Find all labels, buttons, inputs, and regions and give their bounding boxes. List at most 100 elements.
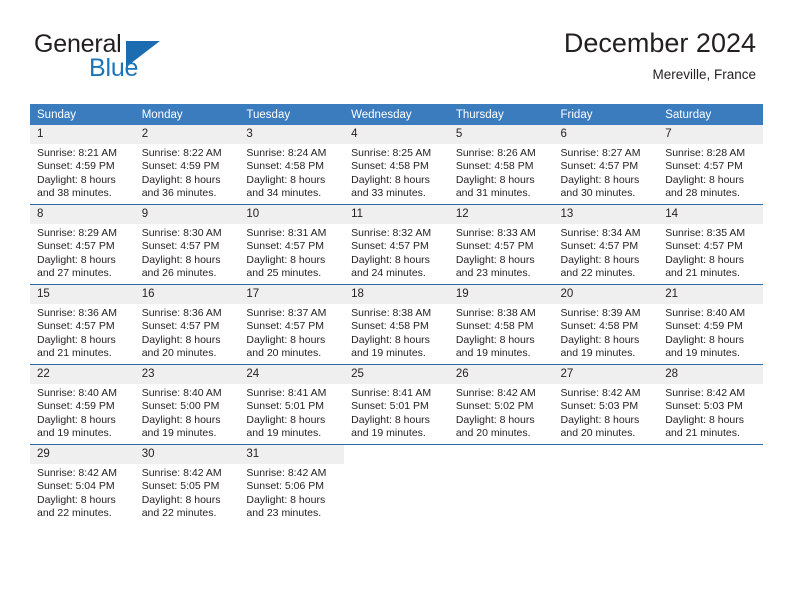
day-cell[interactable]: 16 Sunrise: 8:36 AM Sunset: 4:57 PM Dayligh…: [134, 285, 240, 364]
calendar-grid: Sunday Monday Tuesday Wednesday Thursday…: [30, 104, 763, 524]
day-details: Sunrise: 8:42 AM Sunset: 5:06 PM Daylight:…: [239, 464, 344, 521]
weekday-header-thursday: Thursday: [448, 104, 554, 125]
sunset-text: Sunset: 4:59 PM: [141, 160, 220, 173]
day-cell[interactable]: 28 Sunrise: 8:42 AM Sunset: 5:03 PM Dayligh…: [658, 365, 763, 444]
day-number: [344, 445, 449, 464]
day-cell[interactable]: 21 Sunrise: 8:40 AM Sunset: 4:59 PM Dayligh…: [658, 285, 763, 364]
day-cell[interactable]: 20 Sunrise: 8:39 AM Sunset: 4:58 PM Dayligh…: [553, 285, 659, 364]
day-cell[interactable]: 19 Sunrise: 8:38 AM Sunset: 4:58 PM Dayligh…: [448, 285, 554, 364]
daylight-text-line2: and 20 minutes.: [560, 427, 636, 440]
day-cell[interactable]: 23 Sunrise: 8:40 AM Sunset: 5:00 PM Dayligh…: [134, 365, 240, 444]
sunrise-text: Sunrise: 8:29 AM: [37, 227, 117, 239]
daylight-text-line2: and 33 minutes.: [351, 187, 426, 200]
day-number: 12: [448, 205, 554, 224]
day-cell[interactable]: 6 Sunrise: 8:27 AM Sunset: 4:57 PM Daylight…: [553, 125, 659, 204]
sunset-text: Sunset: 4:59 PM: [37, 160, 115, 173]
daylight-text-line1: Daylight: 8 hours: [455, 413, 535, 426]
calendar-day-cell: 21 Sunrise: 8:40 AM Sunset: 4:59 PM Dayligh…: [658, 284, 763, 365]
daylight-text-line2: and 21 minutes.: [665, 427, 740, 440]
calendar-day-cell: 5 Sunrise: 8:26 AM Sunset: 4:58 PM Daylight…: [448, 125, 554, 205]
weekday-header-row: Sunday Monday Tuesday Wednesday Thursday…: [30, 104, 763, 125]
weekday-header-friday: Friday: [553, 104, 659, 125]
daylight-text-line1: Daylight: 8 hours: [665, 253, 745, 266]
day-cell[interactable]: 10 Sunrise: 8:31 AM Sunset: 4:57 PM Dayligh…: [239, 205, 345, 284]
sunrise-text: Sunrise: 8:24 AM: [246, 147, 327, 159]
day-details: Sunrise: 8:40 AM Sunset: 4:59 PM Daylight:…: [30, 384, 135, 441]
day-cell[interactable]: 7 Sunrise: 8:28 AM Sunset: 4:57 PM Daylight…: [658, 125, 763, 204]
day-cell[interactable]: 18 Sunrise: 8:38 AM Sunset: 4:58 PM Dayligh…: [344, 285, 449, 364]
day-cell[interactable]: 25 Sunrise: 8:41 AM Sunset: 5:01 PM Dayligh…: [344, 365, 449, 444]
calendar-day-cell: 17 Sunrise: 8:37 AM Sunset: 4:57 PM Dayligh…: [239, 284, 345, 365]
sunrise-text: Sunrise: 8:42 AM: [141, 467, 222, 479]
calendar-day-cell: 15 Sunrise: 8:36 AM Sunset: 4:57 PM Dayligh…: [30, 284, 135, 365]
sunset-text: Sunset: 5:03 PM: [560, 400, 639, 413]
daylight-text-line1: Daylight: 8 hours: [351, 173, 430, 186]
day-cell[interactable]: 30 Sunrise: 8:42 AM Sunset: 5:05 PM Dayligh…: [134, 445, 240, 524]
sunrise-text: Sunrise: 8:36 AM: [37, 307, 117, 319]
day-cell[interactable]: 29 Sunrise: 8:42 AM Sunset: 5:04 PM Dayligh…: [30, 445, 135, 524]
weekday-header-wednesday: Wednesday: [344, 104, 449, 125]
day-cell[interactable]: 5 Sunrise: 8:26 AM Sunset: 4:58 PM Daylight…: [448, 125, 554, 204]
day-number: 24: [239, 365, 345, 384]
day-cell[interactable]: 3 Sunrise: 8:24 AM Sunset: 4:58 PM Daylight…: [239, 125, 345, 204]
day-cell[interactable]: 22 Sunrise: 8:40 AM Sunset: 4:59 PM Dayligh…: [30, 365, 135, 444]
day-cell[interactable]: 17 Sunrise: 8:37 AM Sunset: 4:57 PM Dayligh…: [239, 285, 345, 364]
day-number: 2: [134, 125, 240, 144]
daylight-text-line2: and 25 minutes.: [246, 267, 322, 280]
day-number: [449, 445, 554, 464]
day-cell-empty: [448, 445, 554, 524]
day-details: Sunrise: 8:41 AM Sunset: 5:01 PM Daylight:…: [344, 384, 449, 441]
day-details: Sunrise: 8:41 AM Sunset: 5:01 PM Daylight:…: [239, 384, 344, 441]
sunrise-text: Sunrise: 8:31 AM: [246, 227, 327, 239]
daylight-text-line2: and 26 minutes.: [141, 267, 217, 280]
daylight-text-line2: and 36 minutes.: [141, 187, 217, 200]
sunrise-text: Sunrise: 8:28 AM: [665, 147, 746, 159]
sunset-text: Sunset: 4:57 PM: [665, 160, 743, 173]
calendar-day-cell: 8 Sunrise: 8:29 AM Sunset: 4:57 PM Daylight…: [30, 204, 135, 285]
calendar-day-cell: 6 Sunrise: 8:27 AM Sunset: 4:57 PM Daylight…: [553, 125, 659, 205]
sunrise-text: Sunrise: 8:21 AM: [37, 147, 117, 159]
sunset-text: Sunset: 4:59 PM: [665, 320, 743, 333]
day-cell[interactable]: 27 Sunrise: 8:42 AM Sunset: 5:03 PM Dayligh…: [553, 365, 659, 444]
day-details: Sunrise: 8:33 AM Sunset: 4:57 PM Daylight:…: [449, 224, 554, 281]
sunrise-text: Sunrise: 8:42 AM: [560, 387, 641, 399]
day-cell[interactable]: 11 Sunrise: 8:32 AM Sunset: 4:57 PM Dayligh…: [344, 205, 449, 284]
day-cell[interactable]: 4 Sunrise: 8:25 AM Sunset: 4:58 PM Daylight…: [344, 125, 449, 204]
day-cell[interactable]: 14 Sunrise: 8:35 AM Sunset: 4:57 PM Dayligh…: [658, 205, 763, 284]
sunrise-text: Sunrise: 8:26 AM: [455, 147, 536, 159]
daylight-text-line1: Daylight: 8 hours: [37, 413, 116, 426]
sunset-text: Sunset: 4:57 PM: [246, 320, 325, 333]
daylight-text-line2: and 23 minutes.: [246, 507, 322, 520]
daylight-text-line1: Daylight: 8 hours: [141, 173, 221, 186]
sunset-text: Sunset: 4:57 PM: [37, 320, 115, 333]
day-cell[interactable]: 26 Sunrise: 8:42 AM Sunset: 5:02 PM Dayligh…: [448, 365, 554, 444]
calendar-day-cell: [553, 444, 659, 524]
day-cell[interactable]: 1 Sunrise: 8:21 AM Sunset: 4:59 PM Daylight…: [30, 125, 135, 204]
daylight-text-line2: and 30 minutes.: [560, 187, 636, 200]
day-cell[interactable]: 8 Sunrise: 8:29 AM Sunset: 4:57 PM Daylight…: [30, 205, 135, 284]
sunrise-text: Sunrise: 8:42 AM: [37, 467, 117, 479]
daylight-text-line2: and 20 minutes.: [455, 427, 531, 440]
sunset-text: Sunset: 4:58 PM: [455, 160, 534, 173]
day-cell[interactable]: 15 Sunrise: 8:36 AM Sunset: 4:57 PM Dayligh…: [30, 285, 135, 364]
day-details: Sunrise: 8:40 AM Sunset: 4:59 PM Daylight:…: [658, 304, 763, 361]
daylight-text-line1: Daylight: 8 hours: [37, 173, 116, 186]
title-block: December 2024 Mereville, France: [564, 28, 756, 82]
daylight-text-line1: Daylight: 8 hours: [246, 493, 326, 506]
day-cell[interactable]: 9 Sunrise: 8:30 AM Sunset: 4:57 PM Daylight…: [134, 205, 240, 284]
day-cell[interactable]: 24 Sunrise: 8:41 AM Sunset: 5:01 PM Dayligh…: [239, 365, 345, 444]
day-details: Sunrise: 8:29 AM Sunset: 4:57 PM Daylight:…: [30, 224, 135, 281]
sunrise-text: Sunrise: 8:27 AM: [560, 147, 641, 159]
day-cell[interactable]: 12 Sunrise: 8:33 AM Sunset: 4:57 PM Dayligh…: [448, 205, 554, 284]
day-cell[interactable]: 31 Sunrise: 8:42 AM Sunset: 5:06 PM Dayligh…: [239, 445, 345, 524]
day-cell[interactable]: 2 Sunrise: 8:22 AM Sunset: 4:59 PM Daylight…: [134, 125, 240, 204]
sunset-text: Sunset: 4:57 PM: [141, 240, 220, 253]
day-details: Sunrise: 8:42 AM Sunset: 5:02 PM Daylight:…: [449, 384, 554, 441]
day-cell[interactable]: 13 Sunrise: 8:34 AM Sunset: 4:57 PM Dayligh…: [553, 205, 659, 284]
calendar-day-cell: 12 Sunrise: 8:33 AM Sunset: 4:57 PM Dayligh…: [448, 204, 554, 285]
sunset-text: Sunset: 5:03 PM: [665, 400, 743, 413]
daylight-text-line1: Daylight: 8 hours: [351, 253, 430, 266]
day-details: Sunrise: 8:27 AM Sunset: 4:57 PM Daylight:…: [554, 144, 659, 201]
day-details: Sunrise: 8:31 AM Sunset: 4:57 PM Daylight:…: [239, 224, 344, 281]
daylight-text-line1: Daylight: 8 hours: [141, 413, 221, 426]
